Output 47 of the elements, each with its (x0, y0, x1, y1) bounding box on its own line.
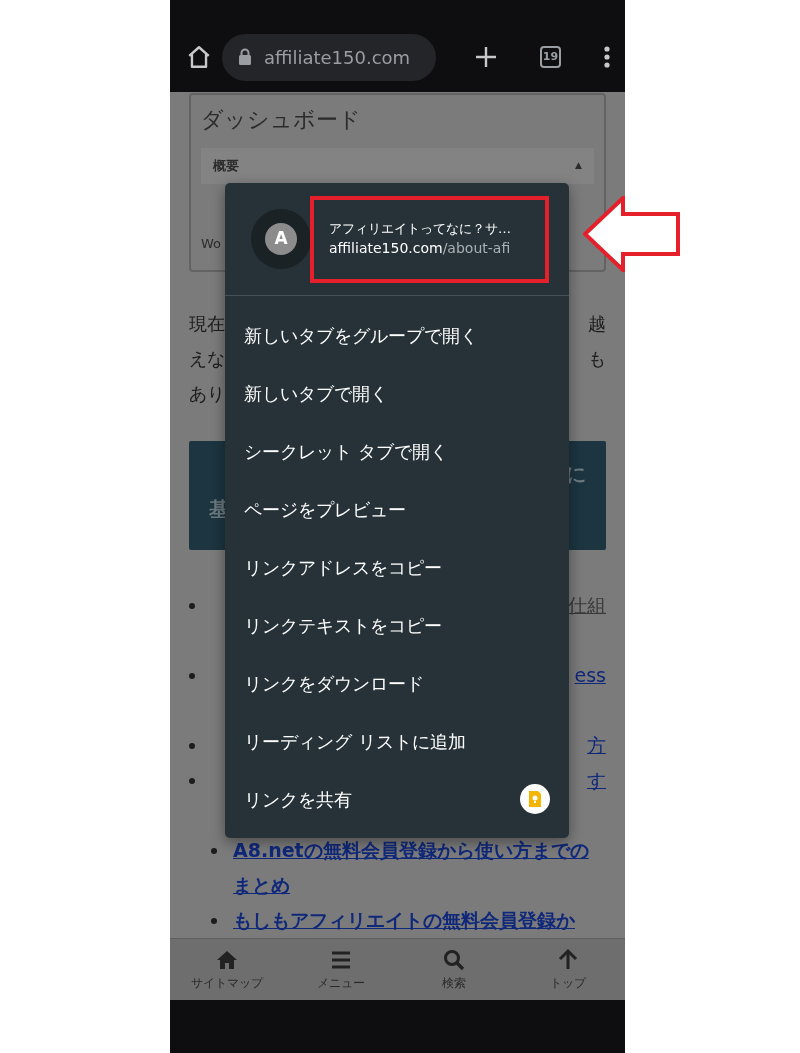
text-fragment: えな (189, 347, 225, 371)
toggle-icon[interactable]: ▲ (575, 159, 582, 173)
more-icon[interactable] (603, 45, 611, 69)
bullet-icon (189, 602, 195, 609)
link-url: affiliate150.com/about-afi (329, 239, 512, 259)
nav-button[interactable]: サイトマップ (170, 939, 284, 1000)
avatar-icon: A (251, 209, 311, 269)
lock-icon (238, 48, 252, 66)
bullet-icon (189, 672, 195, 679)
link-text[interactable]: す (587, 763, 606, 798)
text-fragment: あり (189, 382, 225, 406)
home-icon[interactable] (186, 44, 212, 70)
notes-app-icon[interactable] (520, 784, 550, 814)
tab-count-button[interactable]: 19 (539, 46, 562, 68)
menu-item[interactable]: シークレット タブで開く (225, 422, 569, 480)
menu-item[interactable]: リンクテキストをコピー (225, 596, 569, 654)
link-text[interactable]: まとめ (233, 868, 606, 903)
text-fragment: も (588, 347, 606, 371)
nav-button[interactable]: トップ (511, 939, 625, 1000)
url-field[interactable]: affiliate150.com (222, 33, 437, 81)
plus-icon[interactable] (473, 45, 498, 69)
link-title: アフィリエイトってなに？サ… (329, 219, 512, 238)
link-text[interactable]: 方 (587, 728, 606, 763)
bullet-icon (211, 917, 217, 924)
link-text[interactable]: もしもアフィリエイトの無料会員登録か (233, 903, 606, 938)
nav-button[interactable]: 検索 (397, 939, 512, 1000)
link-text[interactable]: ess (574, 658, 606, 693)
menu-item[interactable]: リーディング リストに追加 (225, 712, 569, 770)
arrow-annotation-icon (583, 196, 680, 272)
menu-item[interactable]: 新しいタブで開く (225, 364, 569, 422)
link-text[interactable]: 仕組 (568, 588, 606, 623)
section-title: 概要 (213, 157, 239, 176)
menu-item[interactable]: リンクをダウンロード (225, 654, 569, 712)
menu-item[interactable]: リンクアドレスをコピー (225, 538, 569, 596)
text-fragment: Wo (201, 235, 222, 253)
text-fragment: 現在 (189, 312, 225, 336)
menu-item[interactable]: 新しいタブをグループで開く (225, 306, 569, 364)
text-fragment: 越 (588, 312, 606, 336)
nav-button[interactable]: メニュー (283, 939, 398, 1000)
menu-item[interactable]: ページをプレビュー (225, 480, 569, 538)
search-icon (442, 947, 467, 972)
menu-item[interactable]: リンクを共有 (225, 770, 569, 828)
bullet-icon (189, 742, 195, 749)
bullet-icon (189, 777, 195, 784)
section-header[interactable]: 概要 ▲ (201, 148, 594, 184)
panel-title: ダッシュボード (201, 106, 362, 134)
bullet-icon (211, 847, 217, 854)
